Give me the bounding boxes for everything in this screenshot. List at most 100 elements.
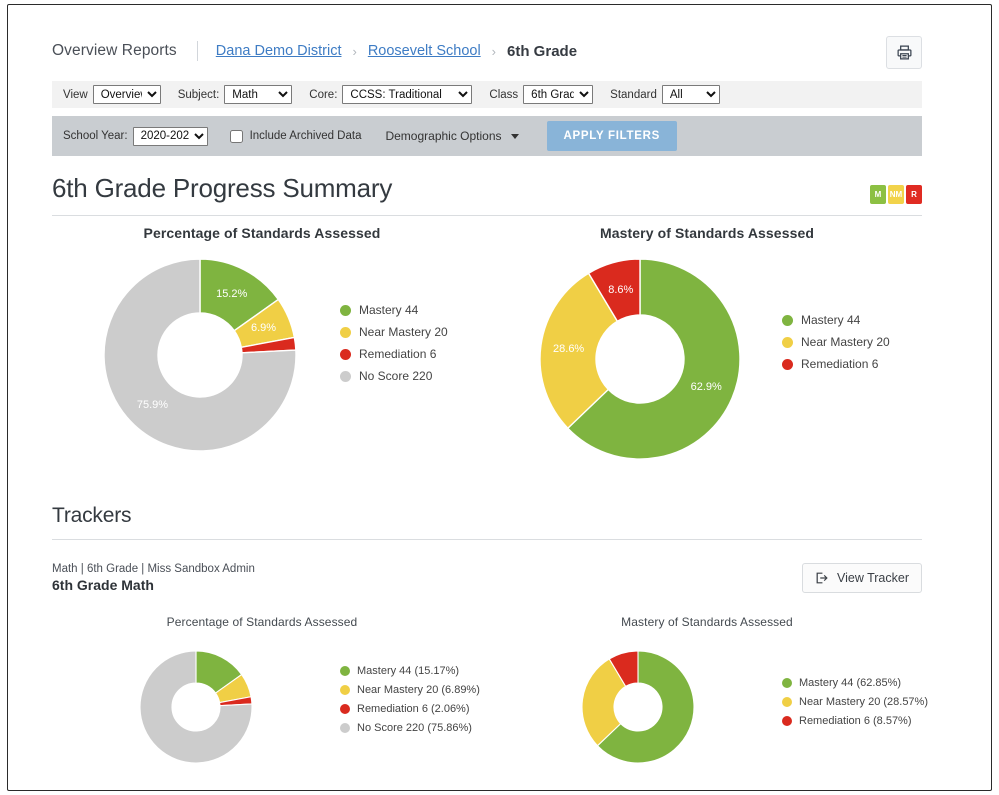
legend-label: Near Mastery 20 [801,335,890,349]
legend-label: Remediation 6 (8.57%) [799,715,912,727]
legend-swatch-near-mastery [782,697,792,707]
external-link-icon [816,572,828,584]
chart-tracker-mastery: Mastery of Standards Assessed Mastery 44… [492,615,928,779]
page-title: Overview Reports [52,42,177,59]
legend-item: Remediation 6 [340,347,448,361]
report-page: Overview Reports Dana Demo District › Ro… [7,4,992,791]
subject-label: Subject: [177,88,220,101]
legend-label: Near Mastery 20 (6.89%) [357,684,480,696]
legend-label: Near Mastery 20 [359,325,448,339]
donut-chart[interactable] [581,650,695,764]
school-year-select[interactable]: 2020-2021 [132,126,208,146]
chart-tracker-percentage: Percentage of Standards Assessed Mastery… [52,615,480,779]
chart-title: Mastery of Standards Assessed [599,225,815,241]
legend-item: No Score 220 (75.86%) [340,722,480,734]
chart-title: Mastery of Standards Assessed [621,615,793,629]
chart-summary-mastery: Mastery of Standards Assessed 62.9% 28.6%… [492,225,922,466]
breadcrumb-divider [196,41,198,61]
chart-legend: Mastery 44 Near Mastery 20 Remediation 6… [340,303,448,391]
view-select[interactable]: Overview [92,85,161,104]
chevron-right-icon: › [352,43,357,59]
legend-swatch-near-mastery [782,336,793,348]
legend-item: Near Mastery 20 [782,335,890,349]
legend-label: Mastery 44 [801,313,861,327]
legend-swatch-remediation [782,716,792,726]
demographic-options-label: Demographic Options [385,129,502,143]
legend-swatch-near-mastery [340,326,351,338]
legend-swatch-mastery [782,678,792,688]
legend-swatch-mastery [340,304,351,316]
legend-swatch-mastery [340,666,350,676]
chevron-down-icon [510,133,519,139]
view-label: View [63,88,88,101]
demographic-options-dropdown[interactable]: Demographic Options [385,129,519,143]
legend-swatch-no-score [340,370,351,382]
filter-bar-secondary: School Year: 2020-2021 Include Archived … [52,116,922,156]
summary-title: 6th Grade Progress Summary [52,173,393,203]
legend-label: Remediation 6 [359,347,437,361]
chart-summary-percentage: Percentage of Standards Assessed 15.2% 6.… [52,225,472,466]
summary-section-header: 6th Grade Progress Summary M NM R [52,173,922,216]
class-label: Class [489,88,519,101]
chart-title: Percentage of Standards Assessed [166,615,358,629]
legend-swatch-mastery [782,314,793,326]
core-label: Core: [309,88,338,101]
legend-item: Mastery 44 [340,303,448,317]
legend-item: No Score 220 [340,369,448,383]
legend-label: Near Mastery 20 (28.57%) [799,696,928,708]
apply-filters-button[interactable]: APPLY FILTERS [546,121,677,151]
donut-chart[interactable]: 15.2% 6.9% 75.9% [103,258,297,452]
view-tracker-button[interactable]: View Tracker [801,563,922,593]
badge-remediation[interactable]: R [906,185,922,204]
tracker-name: 6th Grade Math [52,577,154,593]
legend-item: Mastery 44 (15.17%) [340,665,480,677]
trackers-section-header: Trackers [52,504,922,540]
chart-legend: Mastery 44 Near Mastery 20 Remediation 6 [782,313,890,379]
legend-label: No Score 220 (75.86%) [357,722,472,734]
chevron-right-icon: › [491,43,497,59]
view-tracker-label: View Tracker [836,571,909,585]
legend-label: Mastery 44 [359,303,419,317]
core-select[interactable]: CCSS: Traditional [342,85,473,104]
legend-item: Near Mastery 20 (28.57%) [782,696,928,708]
legend-label: Mastery 44 (62.85%) [799,677,902,689]
legend-swatch-remediation [782,358,793,370]
standard-select[interactable]: All [661,85,720,104]
legend-item: Near Mastery 20 [340,325,448,339]
tracker-meta: Math | 6th Grade | Miss Sandbox Admin [52,563,255,575]
school-year-label: School Year: [63,130,128,142]
include-archived-checkbox[interactable] [229,129,243,143]
print-button[interactable] [886,36,922,69]
badge-mastery[interactable]: M [870,185,886,204]
chart-legend: Mastery 44 (62.85%) Near Mastery 20 (28.… [782,677,928,734]
mastery-badge-legend: M NM R [870,185,922,204]
legend-swatch-near-mastery [340,685,350,695]
chart-title: Percentage of Standards Assessed [143,225,381,241]
legend-swatch-remediation [340,704,350,714]
legend-label: Remediation 6 (2.06%) [357,703,470,715]
breadcrumb-link-school[interactable]: Roosevelt School [368,43,481,59]
badge-near-mastery[interactable]: NM [888,185,904,204]
breadcrumb: Overview Reports Dana Demo District › Ro… [52,27,922,75]
donut-chart[interactable] [139,650,253,764]
legend-label: No Score 220 [359,369,433,383]
legend-item: Remediation 6 [782,357,890,371]
legend-item: Mastery 44 (62.85%) [782,677,928,689]
include-archived-label: Include Archived Data [249,130,362,142]
legend-item: Remediation 6 (8.57%) [782,715,928,727]
subject-select[interactable]: Math [224,85,293,104]
legend-swatch-no-score [340,723,350,733]
legend-swatch-remediation [340,348,351,360]
legend-label: Mastery 44 (15.17%) [357,665,460,677]
legend-label: Remediation 6 [801,357,879,371]
donut-chart[interactable]: 62.9% 28.6% 8.6% [539,258,741,460]
legend-item: Mastery 44 [782,313,890,327]
breadcrumb-current-grade: 6th Grade [507,42,578,60]
chart-legend: Mastery 44 (15.17%) Near Mastery 20 (6.8… [340,665,480,741]
legend-item: Near Mastery 20 (6.89%) [340,684,480,696]
filter-bar-primary: View Overview Subject: Math Core: CCSS: … [52,81,922,108]
standard-label: Standard [610,88,657,101]
class-select[interactable]: 6th Grade [523,85,594,104]
breadcrumb-link-district[interactable]: Dana Demo District [216,43,342,59]
legend-item: Remediation 6 (2.06%) [340,703,480,715]
